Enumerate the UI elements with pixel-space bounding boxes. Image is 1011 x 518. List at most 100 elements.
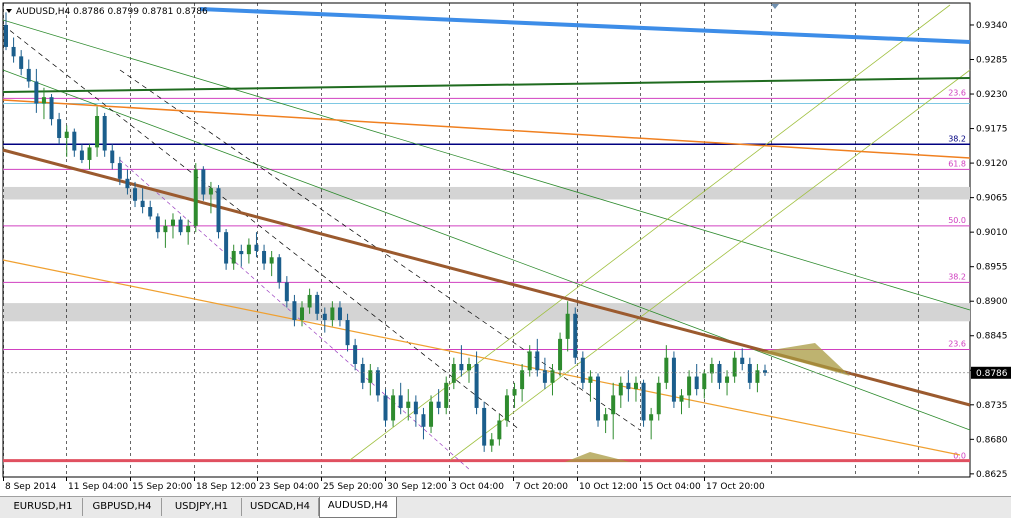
candle-body (717, 363, 722, 383)
candle-body (49, 97, 54, 120)
candle-body (186, 225, 191, 233)
fibo-level-label: 38.2 (948, 134, 966, 143)
time-tick-label: 23 Sep 04:00 (259, 482, 319, 492)
candle-body (345, 320, 350, 346)
candle-body (398, 395, 403, 408)
fibo-level-label: 23.6 (948, 340, 966, 349)
symbol-tab-bar: EURUSD,H1 GBPUSD,H4 USDJPY,H1 USDCAD,H4 AUDU… (0, 496, 1011, 518)
candle-body (558, 338, 563, 371)
price-tick-label: 0.9010 (976, 228, 1008, 238)
time-tick-label: 7 Oct 20:00 (515, 482, 568, 492)
candle-body (725, 376, 730, 383)
candle-body (603, 414, 608, 421)
candle-body (497, 420, 502, 440)
candle-body (262, 250, 267, 264)
candle-body (413, 401, 418, 415)
candle-body (170, 219, 175, 226)
candle-body (512, 389, 517, 396)
candle (656, 376, 661, 421)
price-tick-label: 0.9230 (976, 90, 1008, 100)
candle-body (307, 294, 312, 308)
candle-body (618, 382, 623, 396)
candle-body (679, 395, 684, 402)
candle-body (148, 207, 153, 217)
candle (573, 307, 578, 364)
candle-body (254, 244, 259, 251)
candle-body (26, 68, 31, 82)
current-price-label: 0.8786 (976, 369, 1008, 379)
candle-body (580, 357, 585, 383)
candle-body (41, 97, 46, 104)
symbol-tab[interactable]: USDCAD,H4 (242, 498, 319, 516)
time-tick-label: 30 Sep 12:00 (387, 482, 447, 492)
candle-body (611, 395, 616, 415)
candle-body (436, 401, 441, 408)
price-chart[interactable]: 23.6 38.2 61.8 50.0 38.2 23.6 0.0 0.9340 0.9285 0… (0, 0, 1011, 496)
candle-body (694, 376, 699, 390)
chart-header-label: AUDUSD,H4 0.8786 0.8799 0.8781 0.8786 (16, 7, 208, 17)
candle-body (656, 382, 661, 415)
candle-body (702, 373, 707, 390)
candle-body (284, 282, 289, 302)
candle-body (542, 370, 547, 383)
symbol-tab[interactable]: USDJPY,H1 (162, 498, 242, 516)
price-tick-label: 0.9285 (976, 56, 1008, 66)
candle-body (224, 232, 229, 264)
candle-body (125, 178, 130, 189)
candle-body (444, 382, 449, 408)
candle-body (57, 119, 62, 138)
price-tick-label: 0.9175 (976, 125, 1008, 135)
candle-body (87, 147, 92, 160)
time-tick-label: 10 Oct 12:00 (579, 482, 638, 492)
candle-body (565, 313, 570, 339)
price-tick-label: 0.8955 (976, 263, 1008, 273)
candle-body (193, 169, 198, 226)
fibo-level-label: 61.8 (948, 159, 966, 168)
candle-body (375, 370, 380, 396)
symbol-tab[interactable]: AUDUSD,H4 (319, 497, 397, 518)
time-tick-label: 15 Oct 04:00 (642, 482, 701, 492)
candle-body (315, 294, 320, 314)
candle-body (277, 257, 282, 283)
fibo-level-label: 0.0 (953, 451, 966, 460)
candle-body (429, 401, 434, 427)
candle-body (11, 46, 16, 57)
price-tick-label: 0.8680 (976, 435, 1008, 445)
candle-body (755, 370, 760, 383)
candle-body (368, 370, 373, 383)
candle-body (140, 200, 145, 208)
candle-body (110, 150, 115, 164)
symbol-tab[interactable]: GBPUSD,H4 (83, 498, 162, 516)
candle-body (102, 116, 107, 151)
candle-body (95, 116, 100, 148)
candle-body (117, 163, 122, 179)
fibo-level-label: 38.2 (948, 272, 966, 281)
candle-body (732, 357, 737, 377)
price-tick-label: 0.8625 (976, 470, 1008, 480)
candle-body (201, 169, 206, 195)
candle-body (178, 219, 183, 233)
candle-body (360, 363, 365, 383)
candle-body (504, 395, 509, 421)
candle-body (687, 376, 692, 396)
symbol-tab[interactable]: EURUSD,H1 (4, 498, 83, 516)
candle-body (626, 382, 631, 390)
candle-body (383, 395, 388, 421)
time-tick-label: 8 Sep 2014 (5, 482, 57, 492)
time-tick-label: 25 Sep 20:00 (323, 482, 383, 492)
candle-body (421, 414, 426, 427)
candle-body (246, 244, 251, 255)
price-tick-label: 0.8845 (976, 332, 1008, 342)
chart-window[interactable]: 23.6 38.2 61.8 50.0 38.2 23.6 0.0 0.9340 0.9285 0… (0, 0, 1011, 496)
resistance-zone (3, 303, 970, 322)
price-tick-label: 0.9340 (976, 21, 1008, 31)
candle-body (649, 414, 654, 421)
candle-body (747, 363, 752, 383)
price-tick-label: 0.9065 (976, 194, 1008, 204)
price-tick-label: 0.8735 (976, 401, 1008, 411)
candle-body (474, 363, 479, 408)
candle-body (269, 257, 274, 264)
candle-body (406, 401, 411, 408)
candle (641, 379, 646, 427)
candle-body (64, 131, 69, 138)
